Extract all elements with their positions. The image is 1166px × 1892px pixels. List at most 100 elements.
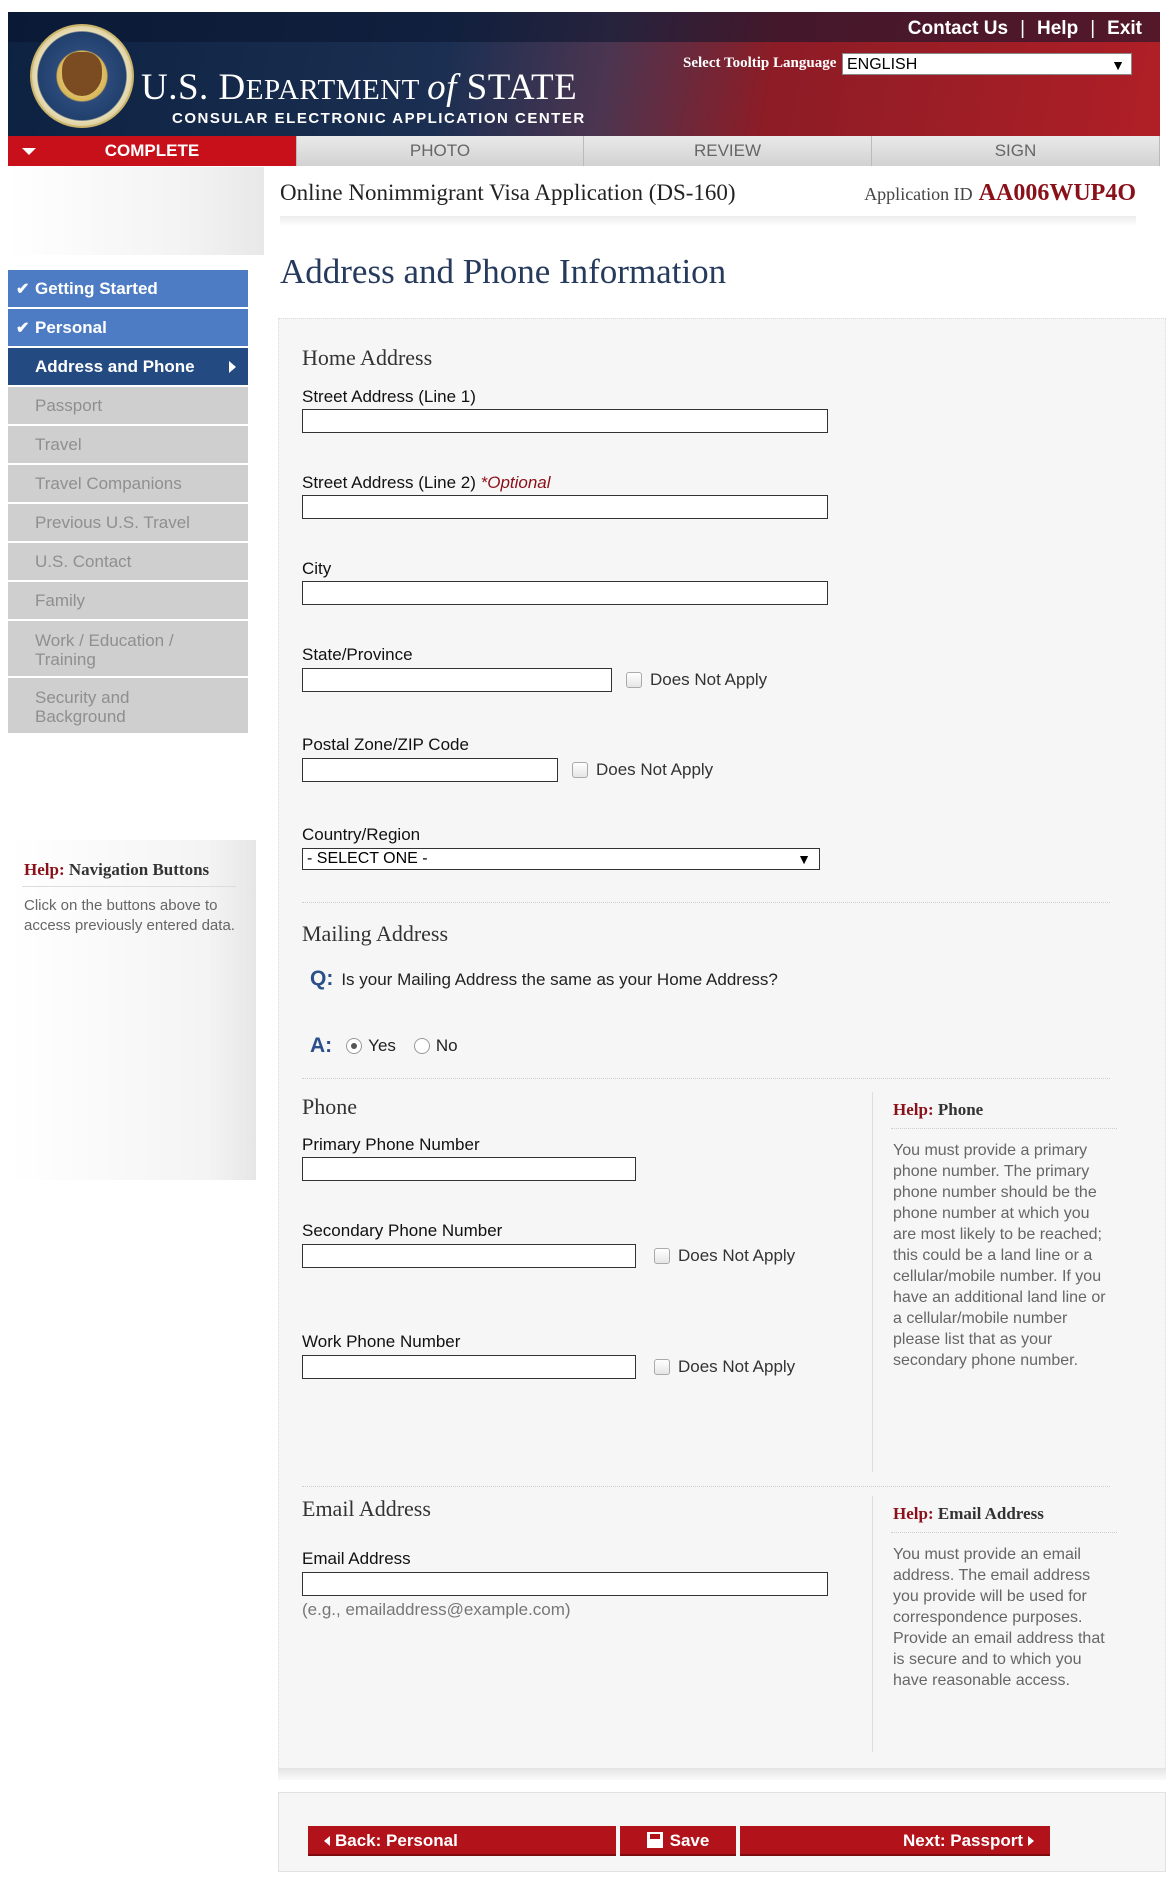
dept-title-state: STATE [456, 67, 578, 108]
postal-does-not-apply-checkbox[interactable]: Does Not Apply [572, 760, 713, 780]
tab-sign[interactable]: SIGN [872, 136, 1160, 166]
street1-input[interactable] [302, 409, 828, 433]
help-title: Phone [933, 1100, 984, 1119]
tab-sign-label: SIGN [994, 141, 1037, 160]
dropdown-arrow-icon: ▼ [797, 851, 811, 867]
application-id: Application ID AA006WUP4O [864, 180, 1136, 207]
site-header: Contact Us | Help | Exit U.S. DEPARTMENT… [8, 12, 1160, 136]
mailing-question-text: Is your Mailing Address the same as your… [341, 970, 778, 989]
does-not-apply-label: Does Not Apply [678, 1246, 796, 1265]
tab-complete-label: COMPLETE [104, 141, 200, 160]
back-button-label: Back: Personal [335, 1831, 458, 1850]
tooltip-language-label: Select Tooltip Language [683, 55, 837, 71]
help-link[interactable]: Help [1037, 18, 1078, 40]
application-id-value: AA006WUP4O [978, 180, 1136, 206]
sidebar-item-address-and-phone[interactable]: Address and Phone [8, 348, 248, 387]
department-title: U.S. DEPARTMENT of STATE [141, 66, 577, 109]
state-input[interactable] [302, 668, 612, 692]
street2-input[interactable] [302, 495, 828, 519]
help-prefix: Help: [893, 1504, 934, 1523]
tab-photo-label: PHOTO [409, 141, 471, 160]
save-button[interactable]: Save [620, 1826, 736, 1856]
arrow-left-icon [324, 1836, 330, 1846]
title-divider [280, 216, 1136, 226]
email-example-hint: (e.g., emailaddress@example.com) [302, 1600, 571, 1619]
country-select[interactable]: - SELECT ONE - ▼ [302, 848, 820, 870]
sidebar-item-label: Family [35, 590, 86, 610]
street1-label: Street Address (Line 1) [302, 387, 476, 406]
contact-us-link[interactable]: Contact Us [908, 18, 1008, 40]
save-disk-icon [646, 1832, 663, 1848]
help-navigation-panel: Help: Navigation Buttons Click on the bu… [8, 840, 256, 1180]
sidebar-item-label: Personal [35, 317, 107, 337]
help-navigation-text: Click on the buttons above to access pre… [24, 897, 235, 934]
help-title: Navigation Buttons [64, 860, 210, 879]
tab-review[interactable]: REVIEW [584, 136, 872, 166]
sidebar-item-previous-us-travel: Previous U.S. Travel [8, 504, 248, 543]
email-help-panel: Help: Email Address You must provide an … [872, 1496, 1123, 1752]
secondary-phone-does-not-apply-checkbox[interactable]: Does Not Apply [654, 1246, 795, 1266]
question-marker: Q: [310, 967, 334, 990]
dept-title-mid: EPARTMENT [245, 74, 428, 106]
tooltip-language-select[interactable]: ENGLISH ▼ [842, 53, 1132, 75]
work-phone-label: Work Phone Number [302, 1332, 461, 1351]
country-label: Country/Region [302, 825, 421, 844]
back-button[interactable]: Back: Personal [308, 1826, 616, 1856]
state-does-not-apply-checkbox[interactable]: Does Not Apply [626, 670, 767, 690]
postal-label: Postal Zone/ZIP Code [302, 735, 469, 754]
sidebar-item-label: Getting Started [35, 278, 158, 298]
postal-input[interactable] [302, 758, 558, 782]
home-address-heading: Home Address [302, 345, 433, 370]
phone-help-text: You must provide a primary phone number.… [893, 1142, 1106, 1369]
caret-right-icon [229, 361, 236, 373]
tab-photo[interactable]: PHOTO [297, 136, 584, 166]
tab-complete[interactable]: COMPLETE [8, 136, 297, 166]
page-title: Address and Phone Information [280, 252, 727, 291]
work-phone-input[interactable] [302, 1355, 636, 1379]
sidebar-item-personal[interactable]: ✔ Personal [8, 309, 248, 348]
primary-phone-input[interactable] [302, 1157, 636, 1181]
mailing-question: Q: Is your Mailing Address the same as yo… [310, 967, 778, 991]
sidebar-item-work-education-training: Work / Education / Training [8, 621, 248, 678]
work-phone-does-not-apply-checkbox[interactable]: Does Not Apply [654, 1357, 795, 1377]
sidebar-item-label: Address and Phone [35, 356, 195, 376]
sidebar-item-label: Security and Background [35, 687, 130, 726]
exit-link[interactable]: Exit [1107, 18, 1142, 40]
dept-title-of: of [427, 67, 457, 108]
checkbox-icon [626, 672, 642, 688]
city-input[interactable] [302, 581, 828, 605]
country-selected-value: - SELECT ONE - [307, 850, 428, 867]
link-separator: | [1090, 18, 1096, 39]
mailing-no-radio[interactable] [413, 1038, 430, 1054]
email-heading: Email Address [302, 1496, 431, 1521]
save-button-label: Save [669, 1831, 710, 1850]
form-panel-shadow [278, 1768, 1166, 1780]
sidebar-nav: ✔ Getting Started ✔ Personal Address and… [8, 270, 248, 735]
secondary-phone-input[interactable] [302, 1244, 636, 1268]
mailing-address-heading: Mailing Address [302, 921, 449, 946]
sidebar-item-label: Previous U.S. Travel [35, 512, 190, 532]
does-not-apply-label: Does Not Apply [596, 760, 714, 779]
next-button[interactable]: Next: Passport [740, 1826, 1050, 1856]
caret-down-icon [22, 148, 36, 155]
mailing-yes-radio[interactable] [346, 1038, 363, 1054]
dropdown-arrow-icon: ▼ [1111, 57, 1125, 73]
city-label: City [302, 559, 332, 578]
divider [891, 1128, 1117, 1129]
sidebar-top-shade [8, 167, 264, 255]
sidebar-item-travel-companions: Travel Companions [8, 465, 248, 504]
phone-help-panel: Help: Phone You must provide a primary p… [872, 1092, 1123, 1472]
eagle-icon [62, 52, 102, 96]
answer-marker: A: [310, 1034, 333, 1057]
section-divider [302, 1078, 1110, 1080]
email-input[interactable] [302, 1572, 828, 1596]
header-links: Contact Us | Help | Exit [908, 18, 1142, 40]
sidebar-item-getting-started[interactable]: ✔ Getting Started [8, 270, 248, 309]
divider [891, 1532, 1117, 1533]
state-label: State/Province [302, 645, 413, 664]
street2-label: Street Address (Line 2) *Optional [302, 473, 551, 493]
sidebar-item-passport: Passport [8, 387, 248, 426]
divider [22, 886, 236, 887]
page-frame: Contact Us | Help | Exit U.S. DEPARTMENT… [8, 12, 1166, 1890]
check-icon: ✔ [16, 281, 30, 298]
